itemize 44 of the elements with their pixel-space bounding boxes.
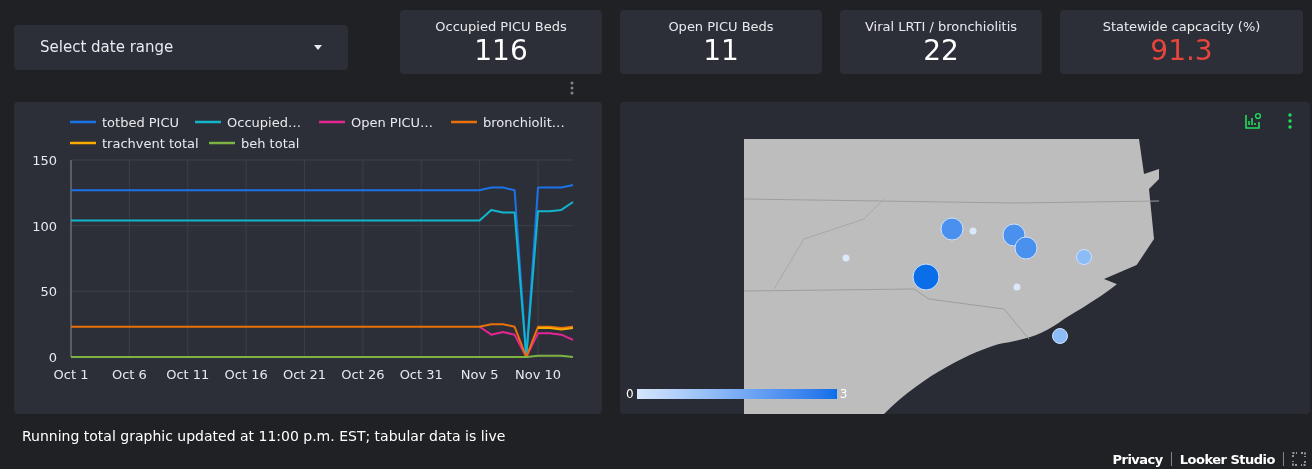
scorecard-label: Open PICU Beds: [668, 19, 774, 35]
date-range-dropdown[interactable]: Select date range: [14, 25, 348, 70]
legend-min-label: 0: [626, 386, 634, 403]
axis-label: Nov 5: [460, 367, 499, 382]
legend-label: Open PICU…: [351, 114, 434, 130]
axis-label: Oct 1: [53, 367, 89, 382]
legend-max-label: 3: [839, 386, 848, 403]
legend-swatch: [195, 120, 221, 124]
axis-label: 0: [48, 350, 57, 365]
chart-settings-icon[interactable]: [1244, 112, 1262, 130]
scorecard-value: 22: [923, 35, 959, 67]
more-icon[interactable]: [570, 81, 574, 95]
legend-label: Occupied…: [227, 114, 301, 130]
axis-label: Nov 10: [514, 367, 561, 382]
footer-link[interactable]: Looker Studio: [1179, 449, 1275, 469]
axis-label: Oct 16: [224, 367, 268, 382]
more-icon[interactable]: [1288, 113, 1292, 129]
legend-label: trachvent total: [102, 135, 199, 151]
footer-link[interactable]: Privacy: [1112, 449, 1163, 469]
axis-label: 100: [32, 218, 57, 234]
legend-label: bronchiolit…: [483, 114, 565, 130]
scorecard-value: 116: [474, 35, 528, 67]
legend-swatch: [70, 141, 96, 145]
legend-swatch: [319, 120, 345, 124]
scorecard-label: Viral LRTI / bronchiolitis: [864, 19, 1018, 35]
scorecard-value: 11: [703, 35, 739, 67]
update-note: Running total graphic updated at 11:00 p.m. EST; tabular data is live: [22, 428, 506, 444]
axis-label: Oct 11: [166, 367, 210, 382]
axis-label: Oct 21: [282, 367, 327, 382]
legend-swatch: [70, 120, 96, 124]
legend-label: totbed PICU: [102, 114, 180, 130]
axis-label: Oct 31: [399, 367, 443, 382]
legend-swatch: [451, 120, 477, 124]
scorecard-label: Occupied PICU Beds: [435, 19, 567, 35]
axis-label: Oct 6: [111, 367, 147, 382]
axis-label: Oct 26: [341, 367, 385, 382]
caret-icon: [314, 45, 322, 50]
legend-label: beh total: [241, 135, 300, 151]
scorecard-label: Statewide capcacity (%): [1102, 19, 1261, 35]
legend-swatch: [209, 141, 235, 145]
scorecard-value: 91.3: [1150, 35, 1213, 67]
fullscreen-icon[interactable]: [1292, 452, 1306, 467]
axis-label: 50: [40, 284, 57, 300]
axis-label: 150: [32, 153, 57, 168]
